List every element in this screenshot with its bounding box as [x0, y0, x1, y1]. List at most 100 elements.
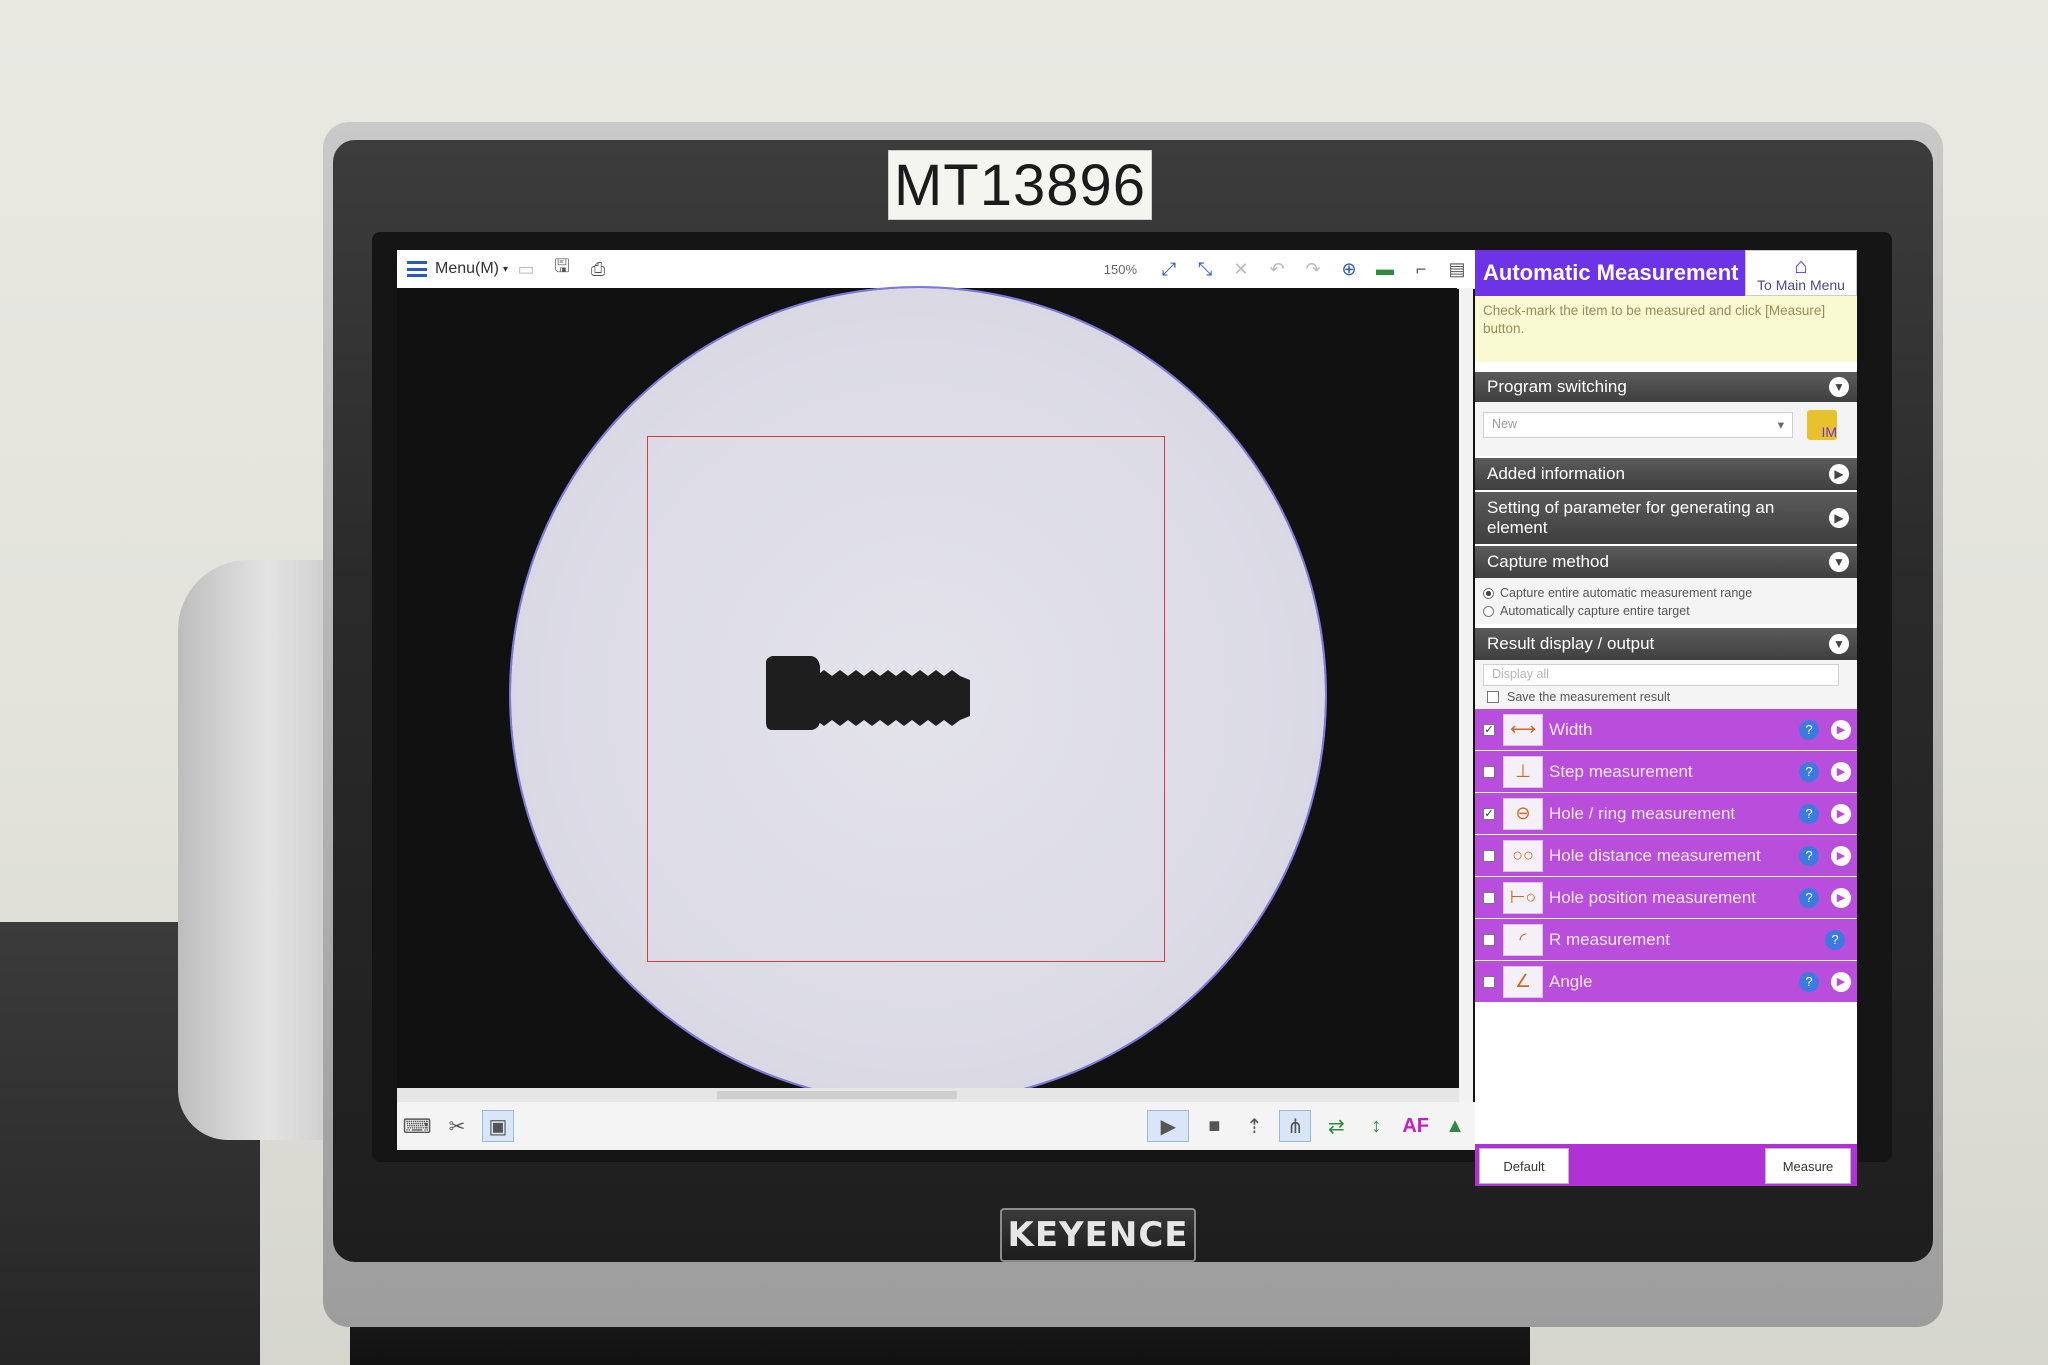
width-icon: ⟷	[1503, 713, 1543, 746]
program-switching-header[interactable]: Program switching ▼	[1475, 372, 1857, 402]
item-checkbox[interactable]	[1483, 891, 1495, 904]
capture-method-header[interactable]: Capture method ▼	[1475, 546, 1857, 578]
chevron-down-icon: ▼	[1829, 634, 1849, 654]
measurement-item-hole-ring[interactable]: ✓ ⊖ Hole / ring measurement ? ▶	[1475, 793, 1857, 834]
close-icon[interactable]: ✕	[1228, 256, 1254, 282]
angle-icon: ∠	[1503, 965, 1543, 998]
home-icon: ⌂	[1794, 253, 1808, 278]
light-icon[interactable]: ▲	[1440, 1111, 1470, 1141]
parameter-setting-label: Setting of parameter for generating an e…	[1487, 498, 1775, 537]
item-label: Hole / ring measurement	[1549, 803, 1736, 823]
measurement-item-hole-distance[interactable]: ○○ Hole distance measurement ? ▶	[1475, 835, 1857, 876]
chevron-right-icon[interactable]: ▶	[1831, 803, 1851, 824]
radio-unselected[interactable]	[1483, 605, 1494, 617]
zoom-level[interactable]: 150%	[1104, 262, 1137, 277]
item-checkbox[interactable]: ✓	[1483, 807, 1495, 820]
program-select[interactable]: New ▾	[1483, 412, 1793, 438]
chevron-right-icon: ▶	[1829, 464, 1849, 484]
menu-button[interactable]: Menu(M) ▾	[407, 260, 508, 278]
chevron-right-icon[interactable]: ▶	[1831, 887, 1851, 908]
stage-icon[interactable]: ⇄	[1321, 1111, 1351, 1141]
folder-icon[interactable]: IM	[1807, 410, 1837, 440]
program-switching-body: New ▾ IM	[1475, 402, 1857, 456]
measurement-item-width[interactable]: ✓ ⟷ Width ? ▶	[1475, 709, 1857, 750]
display-icon[interactable]: ▬	[1372, 256, 1398, 282]
capture-option-label: Automatically capture entire target	[1500, 604, 1690, 618]
program-switching-label: Program switching	[1487, 377, 1627, 396]
measurement-item-angle[interactable]: ∠ Angle ? ▶	[1475, 961, 1857, 1002]
result-display-header[interactable]: Result display / output ▼	[1475, 628, 1857, 660]
undo-icon[interactable]: ↶	[1264, 256, 1290, 282]
help-icon[interactable]: ?	[1825, 929, 1845, 950]
item-checkbox[interactable]	[1483, 933, 1495, 946]
play-icon[interactable]: ▶	[1147, 1110, 1190, 1142]
chevron-down-icon: ▾	[503, 263, 509, 275]
result-display-select[interactable]: Display all	[1483, 664, 1839, 686]
capture-option-range[interactable]: Capture entire automatic measurement ran…	[1483, 584, 1857, 602]
print-icon[interactable]: ⎙	[585, 256, 611, 282]
parameter-setting-header[interactable]: Setting of parameter for generating an e…	[1475, 492, 1857, 544]
item-label: Step measurement	[1549, 761, 1693, 781]
save-result-checkbox[interactable]	[1487, 691, 1499, 703]
hamburger-icon	[407, 261, 427, 277]
chevron-right-icon[interactable]: ▶	[1831, 971, 1851, 992]
default-button[interactable]: Default	[1479, 1148, 1569, 1184]
save-result-option[interactable]: Save the measurement result	[1487, 688, 1670, 706]
radio-selected[interactable]	[1483, 587, 1494, 599]
scale-icon[interactable]: ⌐	[1408, 256, 1434, 282]
tools-icon[interactable]: ✂	[442, 1111, 472, 1141]
redo-icon[interactable]: ↷	[1300, 256, 1326, 282]
multi-icon[interactable]: ⋔	[1279, 1110, 1312, 1142]
help-icon[interactable]: ?	[1799, 803, 1819, 824]
item-label: R measurement	[1549, 929, 1670, 949]
folder-label: IM	[1821, 424, 1837, 440]
program-select-value: New	[1492, 417, 1518, 431]
report-icon[interactable]: ▤	[1444, 256, 1470, 282]
measurement-item-r[interactable]: ◜ R measurement ?	[1475, 919, 1857, 960]
item-label: Width	[1549, 719, 1593, 739]
help-icon[interactable]: ?	[1799, 761, 1819, 782]
keyboard-icon[interactable]: ⌨	[402, 1111, 432, 1141]
help-icon[interactable]: ?	[1799, 887, 1819, 908]
z-axis-icon[interactable]: ↕	[1361, 1111, 1391, 1141]
bottom-toolbar: ⌨ ✂ ▣ ▶ ■ ⇡ ⋔ ⇄ ↕ AF ▲	[397, 1102, 1475, 1150]
item-label: Hole position measurement	[1549, 887, 1756, 907]
horizontal-scrollbar[interactable]	[397, 1088, 1459, 1102]
help-icon[interactable]: ?	[1799, 719, 1819, 740]
zoom-fit-icon[interactable]: ⤡	[1192, 256, 1218, 282]
result-display-label: Result display / output	[1487, 634, 1655, 653]
autofocus-button[interactable]: AF	[1402, 1115, 1429, 1138]
stop-icon[interactable]: ■	[1199, 1111, 1229, 1141]
save-as-icon[interactable]: 🖫	[549, 256, 575, 282]
chevron-right-icon[interactable]: ▶	[1831, 761, 1851, 782]
item-checkbox[interactable]	[1483, 849, 1495, 862]
height-icon[interactable]: ⇡	[1239, 1111, 1269, 1141]
zoom-in-icon[interactable]: ⤢	[1156, 256, 1182, 282]
main-menu-button[interactable]: ⌂ To Main Menu	[1745, 250, 1857, 296]
item-checkbox[interactable]	[1483, 765, 1495, 778]
added-information-header[interactable]: Added information ▶	[1475, 458, 1857, 490]
help-icon[interactable]: ?	[1799, 971, 1819, 992]
capture-option-target[interactable]: Automatically capture entire target	[1483, 602, 1857, 620]
image-viewport[interactable]	[397, 288, 1457, 1102]
measurement-item-hole-position[interactable]: ⊢○ Hole position measurement ? ▶	[1475, 877, 1857, 918]
target-icon[interactable]: ⊕	[1336, 256, 1362, 282]
chevron-right-icon[interactable]: ▶	[1831, 719, 1851, 740]
item-label: Angle	[1549, 971, 1593, 991]
save-icon[interactable]: ▭	[513, 256, 539, 282]
item-checkbox[interactable]: ✓	[1483, 723, 1495, 736]
r-icon: ◜	[1503, 923, 1543, 956]
screen: Menu(M) ▾ ▭ 🖫 ⎙ 150% ⤢ ⤡ ✕ ↶ ↷ ⊕ ▬ ⌐ ▤ ⌨…	[397, 250, 1857, 1150]
vertical-scrollbar[interactable]	[1459, 288, 1473, 1112]
measurement-item-step[interactable]: ⊥ Step measurement ? ▶	[1475, 751, 1857, 792]
item-checkbox[interactable]	[1483, 975, 1495, 988]
chevron-right-icon[interactable]: ▶	[1831, 845, 1851, 866]
scroll-thumb[interactable]	[717, 1091, 957, 1099]
image-icon[interactable]: ▣	[482, 1110, 514, 1142]
step-icon: ⊥	[1503, 755, 1543, 788]
panel-title: Automatic Measurement	[1475, 250, 1745, 296]
measure-button[interactable]: Measure	[1765, 1148, 1851, 1184]
measurement-roi[interactable]	[647, 436, 1165, 962]
help-icon[interactable]: ?	[1799, 845, 1819, 866]
toolbar: Menu(M) ▾ ▭ 🖫 ⎙ 150% ⤢ ⤡ ✕ ↶ ↷ ⊕ ▬ ⌐ ▤	[397, 250, 1475, 289]
